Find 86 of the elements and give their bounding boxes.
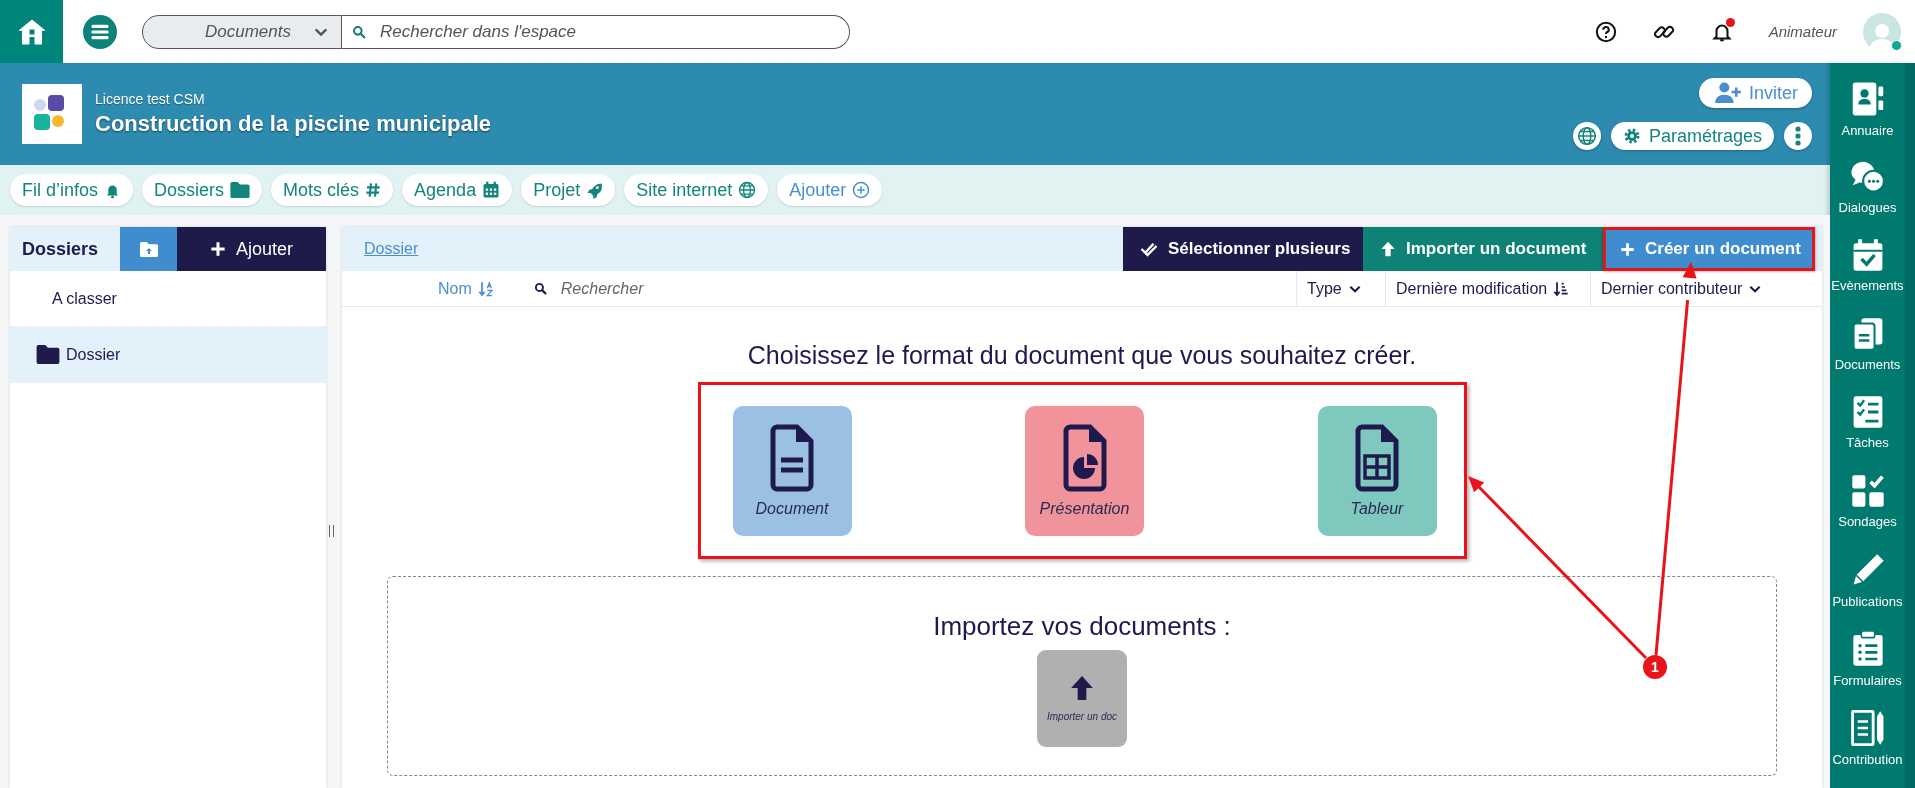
- globe-icon: [738, 181, 757, 199]
- help-button[interactable]: [1594, 20, 1617, 43]
- double-check-icon: [1140, 241, 1158, 257]
- search-icon: [533, 282, 547, 295]
- notifications-button[interactable]: [1710, 20, 1733, 43]
- folder-item[interactable]: Dossier: [10, 327, 326, 383]
- create-button[interactable]: Créer un document: [1603, 227, 1815, 271]
- globe-icon: [1576, 126, 1597, 146]
- arrow-up-icon: [1380, 241, 1396, 257]
- space-tab[interactable]: Projet: [521, 174, 616, 206]
- notebook-pencil-icon: [1850, 709, 1885, 746]
- folder-upload-icon: [139, 241, 158, 257]
- search-icon: [352, 24, 366, 39]
- space-logo: [22, 84, 82, 144]
- import-button[interactable]: Importer un document: [1363, 227, 1603, 271]
- sort-icon: [477, 280, 494, 297]
- menu-button[interactable]: [83, 14, 117, 49]
- more-button[interactable]: [1784, 122, 1812, 150]
- space-title: Construction de la piscine municipale: [95, 111, 492, 137]
- sidebar-item[interactable]: Dialogues: [1830, 159, 1905, 239]
- settings-button[interactable]: Paramétrages: [1610, 122, 1774, 150]
- home-button[interactable]: [0, 0, 63, 63]
- arrow-up-icon: [1069, 675, 1095, 701]
- add-button[interactable]: Ajouter: [177, 227, 326, 271]
- upload-folder-button[interactable]: [120, 227, 177, 271]
- sidebar-item[interactable]: Formulaires: [1830, 630, 1905, 710]
- spreadsheet-file-icon: [1355, 423, 1399, 492]
- space-tab[interactable]: Fil d’infos: [10, 174, 134, 206]
- format-tile[interactable]: Document: [732, 405, 852, 536]
- contact-book-icon: [1850, 81, 1885, 117]
- checklist-icon: [1851, 395, 1884, 430]
- hash-icon: [365, 182, 382, 198]
- calendar-icon: [482, 181, 501, 199]
- breadcrumb-link[interactable]: Dossier: [364, 240, 419, 258]
- clipboard-list-icon: [1851, 630, 1884, 667]
- more-icon: [1795, 126, 1801, 146]
- sidebar-item[interactable]: Evènements: [1830, 238, 1905, 317]
- grid-check-icon: [1850, 473, 1885, 508]
- sidebar-item[interactable]: Documents: [1830, 316, 1905, 396]
- import-heading: Importez vos documents :: [933, 611, 1231, 642]
- sidebar-item[interactable]: Annuaire: [1830, 81, 1905, 160]
- scope-dropdown[interactable]: Documents: [142, 14, 342, 49]
- person-plus-icon: [1714, 82, 1741, 104]
- folder-icon: [36, 345, 60, 364]
- help-icon: [1594, 20, 1617, 43]
- column-header[interactable]: Dernière modification: [1385, 271, 1590, 306]
- website-button[interactable]: [1572, 122, 1601, 150]
- space-tab[interactable]: Dossiers: [142, 174, 263, 206]
- gear-icon: [1622, 127, 1641, 145]
- import-tile[interactable]: Importer un doc: [1037, 650, 1127, 747]
- document-icon: [770, 423, 814, 492]
- format-tile[interactable]: Présentation: [1025, 405, 1144, 536]
- sort-icon: [1553, 280, 1570, 297]
- presentation-file-icon: [1062, 423, 1107, 492]
- select-multiple-button[interactable]: Sélectionner plusieurs: [1123, 227, 1363, 271]
- panel-title: Dossiers: [21, 237, 100, 261]
- sidebar-item[interactable]: Publications: [1830, 552, 1905, 631]
- folder-label: A classer: [52, 289, 117, 308]
- menu-icon: [83, 14, 117, 49]
- add-tab[interactable]: Ajouter: [777, 174, 883, 206]
- sidebar-item[interactable]: Contribution: [1830, 709, 1905, 788]
- space-tab[interactable]: Site internet: [624, 174, 769, 206]
- search-input[interactable]: Rechercher dans l'espace: [378, 20, 849, 43]
- sidebar-item[interactable]: Sondages: [1830, 473, 1905, 553]
- user-role: Animateur: [1768, 23, 1837, 40]
- column-header[interactable]: Type: [1296, 271, 1385, 306]
- license-label: Licence test CSM: [95, 91, 206, 107]
- format-heading: Choisissez le format du document que vous souhaitez créer.: [747, 341, 1417, 370]
- chat-bubbles-icon: [1849, 159, 1886, 194]
- plus-circle-icon: [852, 181, 871, 199]
- plus-icon: [209, 241, 226, 257]
- search-field[interactable]: Rechercher: [558, 278, 863, 299]
- resize-handle[interactable]: [329, 525, 334, 537]
- folder-icon: [230, 182, 251, 198]
- sidebar-item[interactable]: Tâches: [1830, 395, 1905, 474]
- space-tab[interactable]: Agenda: [402, 174, 513, 206]
- plus-icon: [1620, 241, 1635, 257]
- invite-button[interactable]: Inviter: [1698, 78, 1812, 108]
- format-tile[interactable]: Tableur: [1317, 405, 1437, 536]
- user-avatar[interactable]: [1863, 12, 1901, 51]
- space-tab[interactable]: Mots clés: [271, 174, 394, 206]
- rocket-icon: [586, 181, 604, 199]
- documents-icon: [1851, 316, 1884, 351]
- calendar-check-icon: [1851, 238, 1884, 273]
- column-header[interactable]: Nom: [428, 271, 504, 306]
- folder-label: Dossier: [66, 345, 121, 364]
